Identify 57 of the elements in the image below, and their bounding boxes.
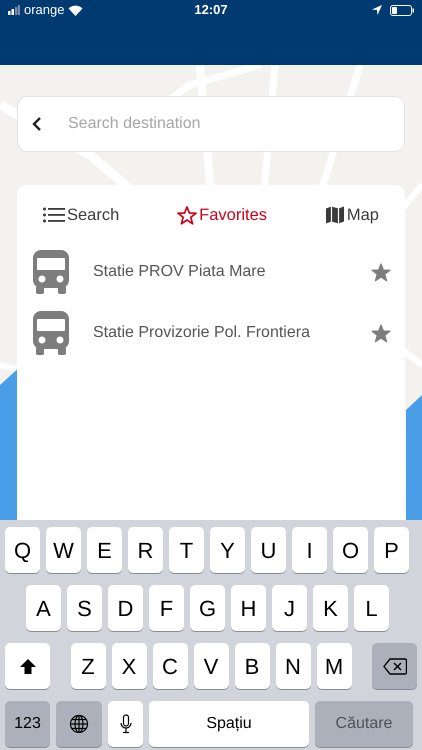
shift-key[interactable] xyxy=(5,643,50,689)
keyboard-key[interactable]: H xyxy=(231,585,266,631)
tab[interactable]: Favorites xyxy=(171,199,274,232)
space-key[interactable]: Spațiu xyxy=(149,701,309,747)
signal-icon xyxy=(8,5,20,15)
star-icon xyxy=(177,206,198,225)
star-icon[interactable] xyxy=(371,262,391,282)
keyboard-key[interactable]: I xyxy=(292,527,327,573)
tab[interactable]: Search xyxy=(37,199,126,232)
bus-icon xyxy=(33,250,69,294)
keyboard-key[interactable]: U xyxy=(251,527,286,573)
stop-name[interactable]: Statie Provizorie Pol. Frontiera xyxy=(93,321,371,346)
keyboard-key[interactable]: O xyxy=(333,527,368,573)
keyboard-key[interactable]: Z xyxy=(70,643,106,689)
wifi-icon xyxy=(68,4,84,16)
keyboard-key[interactable]: G xyxy=(190,585,225,631)
back-icon[interactable] xyxy=(32,117,42,131)
keyboard-key[interactable]: W xyxy=(46,527,81,573)
keyboard-key[interactable]: A xyxy=(26,585,61,631)
keyboard-key[interactable]: F xyxy=(149,585,184,631)
keyboard-key[interactable]: M xyxy=(316,643,352,689)
keyboard-key[interactable]: Y xyxy=(210,527,245,573)
numbers-key[interactable]: 123 xyxy=(5,701,50,747)
mic-key[interactable] xyxy=(108,701,143,747)
microphone-icon xyxy=(120,714,132,734)
keyboard-key[interactable]: R xyxy=(128,527,163,573)
keyboard-key[interactable]: E xyxy=(87,527,122,573)
keyboard-key[interactable]: J xyxy=(272,585,307,631)
keyboard-key[interactable]: D xyxy=(108,585,143,631)
stop-name[interactable]: Statie PROV Piata Mare xyxy=(93,260,371,284)
battery-icon xyxy=(390,4,414,16)
tab[interactable]: Map xyxy=(318,199,385,232)
keyboard-key[interactable]: N xyxy=(276,643,310,689)
list-icon xyxy=(43,207,65,224)
keyboard-key[interactable]: C xyxy=(152,643,188,689)
keyboard-key[interactable]: S xyxy=(67,585,102,631)
keyboard-key[interactable]: P xyxy=(374,527,409,573)
location-icon xyxy=(372,5,382,15)
status-time: 12:07 xyxy=(193,1,229,20)
delete-key[interactable] xyxy=(372,643,417,689)
search-input[interactable]: Search destination xyxy=(66,111,366,137)
search-field[interactable]: Search destination xyxy=(17,96,405,152)
shift-icon xyxy=(18,658,36,674)
backspace-icon xyxy=(382,658,406,674)
globe-key[interactable] xyxy=(56,701,102,747)
keyboard-key[interactable]: T xyxy=(169,527,204,573)
keyboard-key[interactable]: X xyxy=(112,643,146,689)
keyboard-key[interactable]: Q xyxy=(5,527,40,573)
globe-icon xyxy=(69,714,89,734)
bus-icon xyxy=(33,311,69,356)
carrier-name: orange xyxy=(24,1,64,20)
keyboard-key[interactable]: K xyxy=(313,585,348,631)
map-icon xyxy=(324,206,345,224)
keyboard-key[interactable]: V xyxy=(194,643,228,689)
star-icon[interactable] xyxy=(371,324,391,343)
keyboard-key[interactable]: B xyxy=(234,643,270,689)
keyboard-key[interactable]: L xyxy=(354,585,389,631)
